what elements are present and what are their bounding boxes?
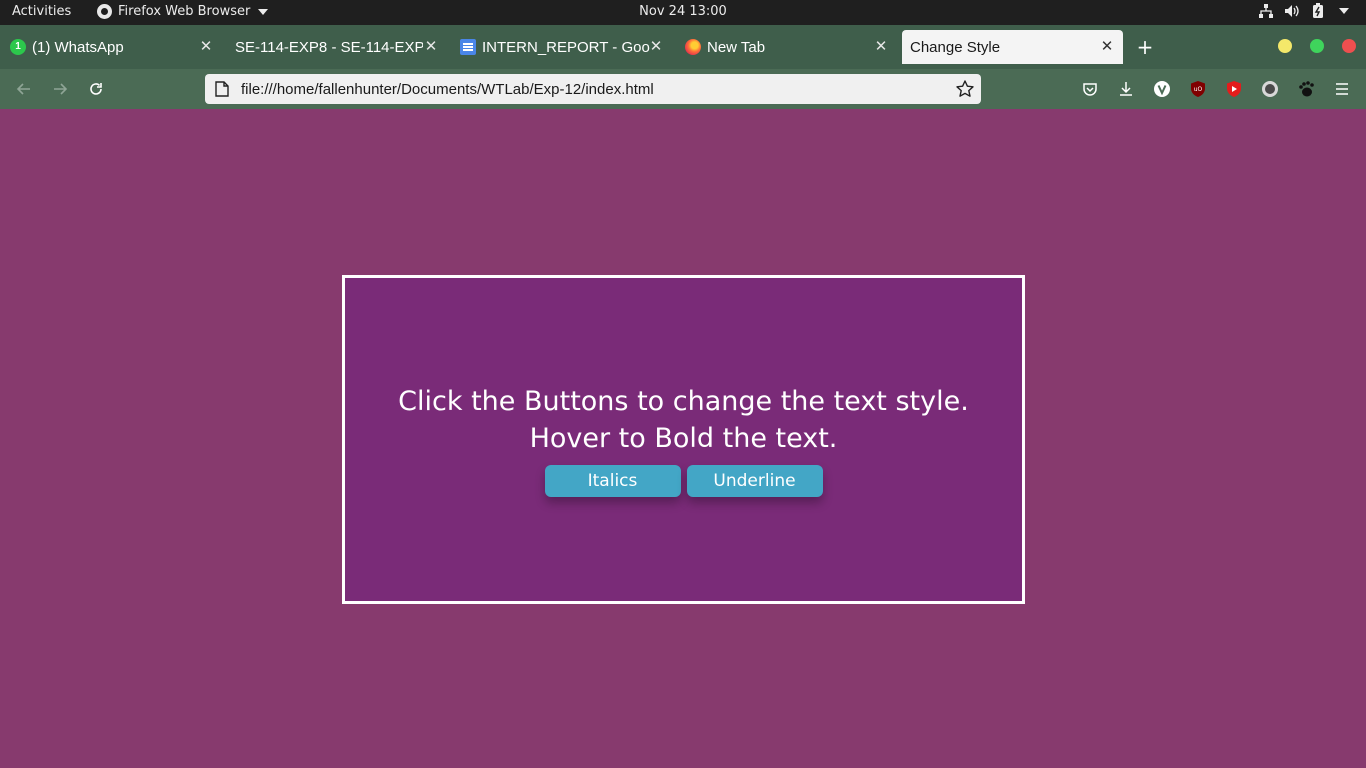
reload-button[interactable] [84,77,108,101]
activities-button[interactable]: Activities [12,4,71,19]
window-controls [1278,39,1356,53]
reload-icon [90,83,102,95]
tab-title: (1) WhatsApp [32,38,124,56]
button-group: Italics Underline [544,465,823,497]
page-content: Click the Buttons to change the text sty… [0,109,1366,768]
app-menu-label: Firefox Web Browser [118,4,251,19]
italics-button[interactable]: Italics [544,465,681,497]
firefox-icon [685,39,701,55]
gnome-top-bar: Activities Firefox Web Browser Nov 24 13… [0,0,1366,25]
google-docs-icon [460,39,476,55]
style-card: Click the Buttons to change the text sty… [342,275,1025,604]
tab-change-style[interactable]: Change Style ✕ [902,30,1123,64]
instruction-text: Click the Buttons to change the text sty… [398,383,969,457]
tab-new-tab[interactable]: New Tab ✕ [685,30,897,64]
tab-strip: 1 (1) WhatsApp ✕ SE-114-EXP8 - SE-114-EX… [0,25,1366,69]
volume-icon [1284,3,1300,19]
svg-text:uO: uO [1194,86,1203,93]
bookmark-star-icon[interactable] [955,79,975,99]
network-icon [1258,3,1274,19]
app-menu[interactable]: Firefox Web Browser [97,4,269,19]
close-icon[interactable]: ✕ [1099,38,1115,55]
pocket-icon[interactable] [1080,79,1100,99]
close-icon[interactable]: ✕ [423,38,439,55]
clock[interactable]: Nov 24 13:00 [639,4,727,19]
close-window-button[interactable] [1342,39,1356,53]
forward-button[interactable] [48,77,72,101]
chevron-down-icon [258,8,269,15]
system-tray[interactable] [1258,3,1352,19]
tab-se-114-exp8[interactable]: SE-114-EXP8 - SE-114-EXP8.p ✕ [235,30,447,64]
minimize-button[interactable] [1278,39,1292,53]
vimium-icon[interactable] [1152,79,1172,99]
tab-title: Change Style [910,38,1001,56]
navigation-toolbar: file:///home/fallenhunter/Documents/WTLa… [0,69,1366,109]
close-icon[interactable]: ✕ [198,38,214,55]
url-text[interactable]: file:///home/fallenhunter/Documents/WTLa… [241,81,654,98]
instruction-line-1: Click the Buttons to change the text sty… [398,386,969,417]
firefox-icon [97,4,112,19]
tab-title: New Tab [707,38,766,56]
page-icon [215,81,229,97]
close-icon[interactable]: ✕ [873,38,889,55]
tab-intern-report[interactable]: INTERN_REPORT - Google ✕ [460,30,672,64]
ublock-origin-icon[interactable]: uO [1188,79,1208,99]
whatsapp-icon: 1 [10,39,26,55]
instruction-line-2: Hover to Bold the text. [529,423,838,454]
maximize-button[interactable] [1310,39,1324,53]
arrow-left-icon [16,83,30,95]
arrow-right-icon [54,83,68,95]
underline-button[interactable]: Underline [686,465,823,497]
back-button[interactable] [12,77,36,101]
system-menu-icon [1336,3,1352,19]
youtube-icon[interactable] [1224,79,1244,99]
gnome-foot-icon[interactable] [1296,79,1316,99]
record-icon[interactable] [1260,79,1280,99]
tab-title: SE-114-EXP8 - SE-114-EXP8.p [235,38,423,56]
tab-whatsapp[interactable]: 1 (1) WhatsApp ✕ [10,30,222,64]
new-tab-button[interactable]: + [1134,35,1156,59]
close-icon[interactable]: ✕ [648,38,664,55]
download-icon[interactable] [1116,79,1136,99]
tab-title: INTERN_REPORT - Google [482,38,650,56]
battery-icon [1310,3,1326,19]
hamburger-menu-icon[interactable] [1332,79,1352,99]
address-bar[interactable]: file:///home/fallenhunter/Documents/WTLa… [205,74,981,104]
